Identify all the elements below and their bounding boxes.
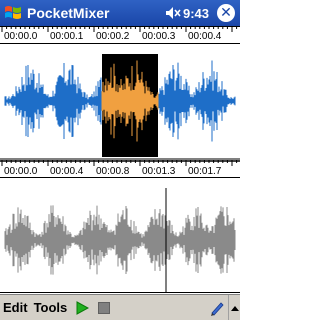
ruler-label: 00:00.0 <box>4 31 38 42</box>
title-bar: PocketMixer 9:43 ✕ <box>0 0 240 26</box>
top-waveform-view[interactable]: 00:00.0 00:00.1 00:00.2 00:00.3 00:00.4 <box>0 26 240 160</box>
ruler-label: 00:01.7 <box>188 166 222 177</box>
play-icon[interactable] <box>75 300 90 315</box>
stop-icon[interactable] <box>98 301 111 314</box>
ruler-label: 00:00.1 <box>50 31 84 42</box>
windows-flag-icon[interactable] <box>0 0 26 26</box>
ruler-label: 00:00.3 <box>142 31 176 42</box>
ruler-label: 00:00.8 <box>96 166 130 177</box>
bottom-track-panel[interactable]: 00:00.0 00:00.4 00:00.8 00:01.3 00:01.7 <box>0 160 240 293</box>
menu-bar: Edit Tools <box>0 294 240 320</box>
menu-tools[interactable]: Tools <box>34 300 68 315</box>
close-icon[interactable]: ✕ <box>217 4 235 22</box>
bottom-waveform <box>4 205 236 275</box>
ruler-label: 00:00.2 <box>96 31 130 42</box>
speaker-muted-icon[interactable] <box>163 0 183 26</box>
top-track-panel[interactable]: 00:00.0 00:00.1 00:00.2 00:00.3 00:00.4 <box>0 26 240 160</box>
ruler-label: 00:00.0 <box>4 166 38 177</box>
ruler-label: 00:01.3 <box>142 166 176 177</box>
ruler-label: 00:00.4 <box>188 31 222 42</box>
ruler-label: 00:00.4 <box>50 166 84 177</box>
up-arrow-icon[interactable] <box>228 294 240 320</box>
app-title: PocketMixer <box>27 5 110 21</box>
menu-edit[interactable]: Edit <box>3 300 28 315</box>
clock[interactable]: 9:43 <box>183 6 209 21</box>
pen-icon[interactable] <box>208 299 226 317</box>
bottom-waveform-view[interactable]: 00:00.0 00:00.4 00:00.8 00:01.3 00:01.7 <box>0 160 240 293</box>
